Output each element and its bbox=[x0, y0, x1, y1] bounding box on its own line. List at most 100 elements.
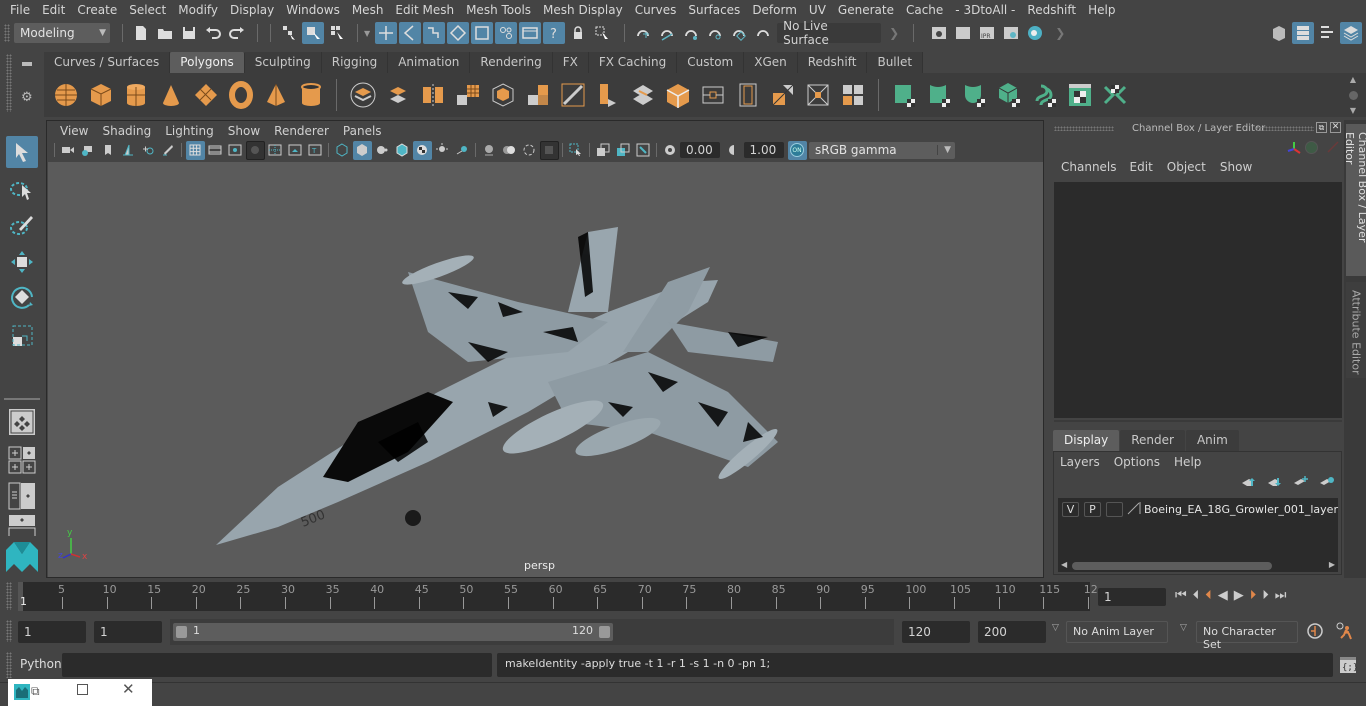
menu-uv[interactable]: UV bbox=[803, 3, 832, 17]
multi-cut-icon[interactable] bbox=[627, 79, 659, 111]
target-weld-icon[interactable] bbox=[662, 79, 694, 111]
shelf-tab-fx-caching[interactable]: FX Caching bbox=[588, 52, 678, 73]
float-panel-icon[interactable]: ⧉ bbox=[1316, 122, 1327, 133]
bookmark-icon[interactable] bbox=[99, 141, 118, 160]
automatic-uv-icon[interactable] bbox=[994, 79, 1026, 111]
go-to-start-icon[interactable]: ⏮ bbox=[1175, 588, 1187, 603]
lasso-tool-icon[interactable] bbox=[6, 174, 38, 206]
manipulator-toggle-icon[interactable] bbox=[1305, 141, 1318, 154]
paint-select-tool-icon[interactable] bbox=[6, 210, 38, 242]
playback-start-field[interactable]: 1 bbox=[94, 621, 162, 643]
gate-mask-icon[interactable] bbox=[245, 140, 265, 160]
move-layer-up-icon[interactable] bbox=[1241, 476, 1257, 491]
scale-tool-icon[interactable] bbox=[6, 320, 38, 352]
layer-row[interactable]: V P Boeing_EA_18G_Growler_001_layer bbox=[1058, 500, 1338, 518]
snap-view-plane-icon[interactable] bbox=[447, 22, 470, 44]
insert-edge-loop-icon[interactable] bbox=[802, 79, 834, 111]
four-view-layout-icon[interactable] bbox=[6, 444, 38, 476]
viewport-menu-show[interactable]: Show bbox=[221, 124, 267, 138]
unfold-uv-icon[interactable] bbox=[1029, 79, 1061, 111]
camera-attributes-icon[interactable] bbox=[79, 141, 98, 160]
hud-icon[interactable] bbox=[634, 141, 653, 160]
move-tool-icon[interactable] bbox=[6, 246, 38, 278]
snap-curve-icon[interactable] bbox=[399, 22, 422, 44]
combine-icon[interactable] bbox=[347, 79, 379, 111]
time-slider-track[interactable]: 1 5 10 15 20 25 30 35 40 45 50 55 60 65 70 75 80 85 90 95 1… bbox=[18, 582, 1098, 611]
gamma-icon[interactable] bbox=[724, 141, 743, 160]
select-highlight-icon[interactable] bbox=[591, 22, 613, 44]
layer-color-icon[interactable] bbox=[1127, 501, 1141, 518]
scroll-handle[interactable] bbox=[1348, 90, 1358, 100]
gear-icon[interactable]: ⚙ bbox=[21, 90, 33, 105]
menu-edit[interactable]: Edit bbox=[36, 3, 71, 17]
restore-icon[interactable]: ⧉ bbox=[31, 684, 40, 699]
render-current-icon[interactable] bbox=[952, 22, 974, 44]
drag-handle[interactable] bbox=[1054, 126, 1114, 131]
bevel-icon[interactable] bbox=[557, 79, 589, 111]
shelf-tab-xgen[interactable]: XGen bbox=[744, 52, 798, 73]
snap-surface-icon[interactable] bbox=[471, 22, 494, 44]
chevron-right-icon[interactable]: ❯ bbox=[1055, 26, 1065, 40]
snap-frame-icon[interactable] bbox=[519, 22, 542, 44]
snap-vertex-icon[interactable] bbox=[495, 22, 518, 44]
menu-curves[interactable]: Curves bbox=[629, 3, 683, 17]
snap-two-points-icon[interactable] bbox=[704, 22, 726, 44]
camera-select-icon[interactable] bbox=[59, 141, 78, 160]
ipr-render-icon[interactable]: IPR bbox=[976, 22, 998, 44]
xray-icon[interactable] bbox=[480, 141, 499, 160]
poly-cylinder-icon[interactable] bbox=[120, 79, 152, 111]
save-scene-icon[interactable] bbox=[178, 22, 200, 44]
menu-mesh-display[interactable]: Mesh Display bbox=[537, 3, 629, 17]
shelf-scrollbar[interactable]: ▲ ▼ bbox=[1346, 75, 1360, 115]
channels-menu[interactable]: Channels bbox=[1050, 160, 1123, 174]
layer-name[interactable]: Boeing_EA_18G_Growler_001_layer bbox=[1144, 503, 1338, 516]
scroll-up-icon[interactable]: ▲ bbox=[1350, 75, 1356, 84]
snap-three-points-icon[interactable] bbox=[728, 22, 750, 44]
menu-windows[interactable]: Windows bbox=[280, 3, 346, 17]
grid-toggle-icon[interactable] bbox=[185, 140, 205, 160]
menu-edit-mesh[interactable]: Edit Mesh bbox=[389, 3, 460, 17]
poly-plane-icon[interactable] bbox=[190, 79, 222, 111]
layer-tab-anim[interactable]: Anim bbox=[1185, 430, 1239, 451]
smooth-shade-icon[interactable] bbox=[352, 140, 372, 160]
isolate-select-icon[interactable] bbox=[539, 140, 559, 160]
shadows-icon[interactable] bbox=[453, 141, 472, 160]
layers-menu[interactable]: Layers bbox=[1060, 455, 1100, 469]
poly-torus-icon[interactable] bbox=[225, 79, 257, 111]
chevron-down-icon[interactable]: ▽ bbox=[1180, 623, 1187, 633]
rotate-tool-icon[interactable] bbox=[6, 282, 38, 314]
exposure-field[interactable]: 0.00 bbox=[680, 142, 720, 158]
help-menu[interactable]: Help bbox=[1174, 455, 1201, 469]
poly-pipe-icon[interactable] bbox=[295, 79, 327, 111]
command-language-toggle[interactable]: Python bbox=[20, 657, 62, 671]
aircraft-model[interactable]: 500 bbox=[48, 162, 1043, 577]
extract-icon[interactable] bbox=[732, 79, 764, 111]
display-type-toggle[interactable] bbox=[1105, 501, 1123, 517]
shelf-tab-animation[interactable]: Animation bbox=[388, 52, 471, 73]
hypershade-icon[interactable] bbox=[1024, 22, 1046, 44]
shelf-tab-polygons[interactable]: Polygons bbox=[170, 52, 245, 73]
menu-help[interactable]: Help bbox=[1082, 3, 1121, 17]
object-menu[interactable]: Object bbox=[1160, 160, 1213, 174]
viewport-menu-renderer[interactable]: Renderer bbox=[267, 124, 336, 138]
menu-mesh[interactable]: Mesh bbox=[346, 3, 390, 17]
grease-pencil-icon[interactable] bbox=[159, 141, 178, 160]
offset-edge-loop-icon[interactable] bbox=[837, 79, 869, 111]
viewport-menu-lighting[interactable]: Lighting bbox=[158, 124, 221, 138]
mirror-icon[interactable] bbox=[417, 79, 449, 111]
undo-icon[interactable] bbox=[202, 22, 224, 44]
exposure-icon[interactable] bbox=[661, 141, 680, 160]
shelf-tab-menu-icon[interactable] bbox=[22, 62, 32, 66]
visibility-toggle[interactable]: V bbox=[1062, 501, 1079, 517]
script-editor-icon[interactable]: {;} bbox=[1339, 656, 1358, 677]
wireframe-on-shaded-icon[interactable] bbox=[393, 141, 412, 160]
append-poly-icon[interactable] bbox=[697, 79, 729, 111]
maya-app-icon[interactable] bbox=[14, 684, 30, 703]
maximize-icon[interactable] bbox=[77, 684, 88, 695]
render-view-icon[interactable] bbox=[928, 22, 950, 44]
snap-grid-icon[interactable] bbox=[375, 22, 398, 44]
open-scene-icon[interactable] bbox=[154, 22, 176, 44]
bridge-icon[interactable] bbox=[592, 79, 624, 111]
wireframe-icon[interactable] bbox=[333, 141, 352, 160]
select-component-icon[interactable] bbox=[326, 22, 348, 44]
